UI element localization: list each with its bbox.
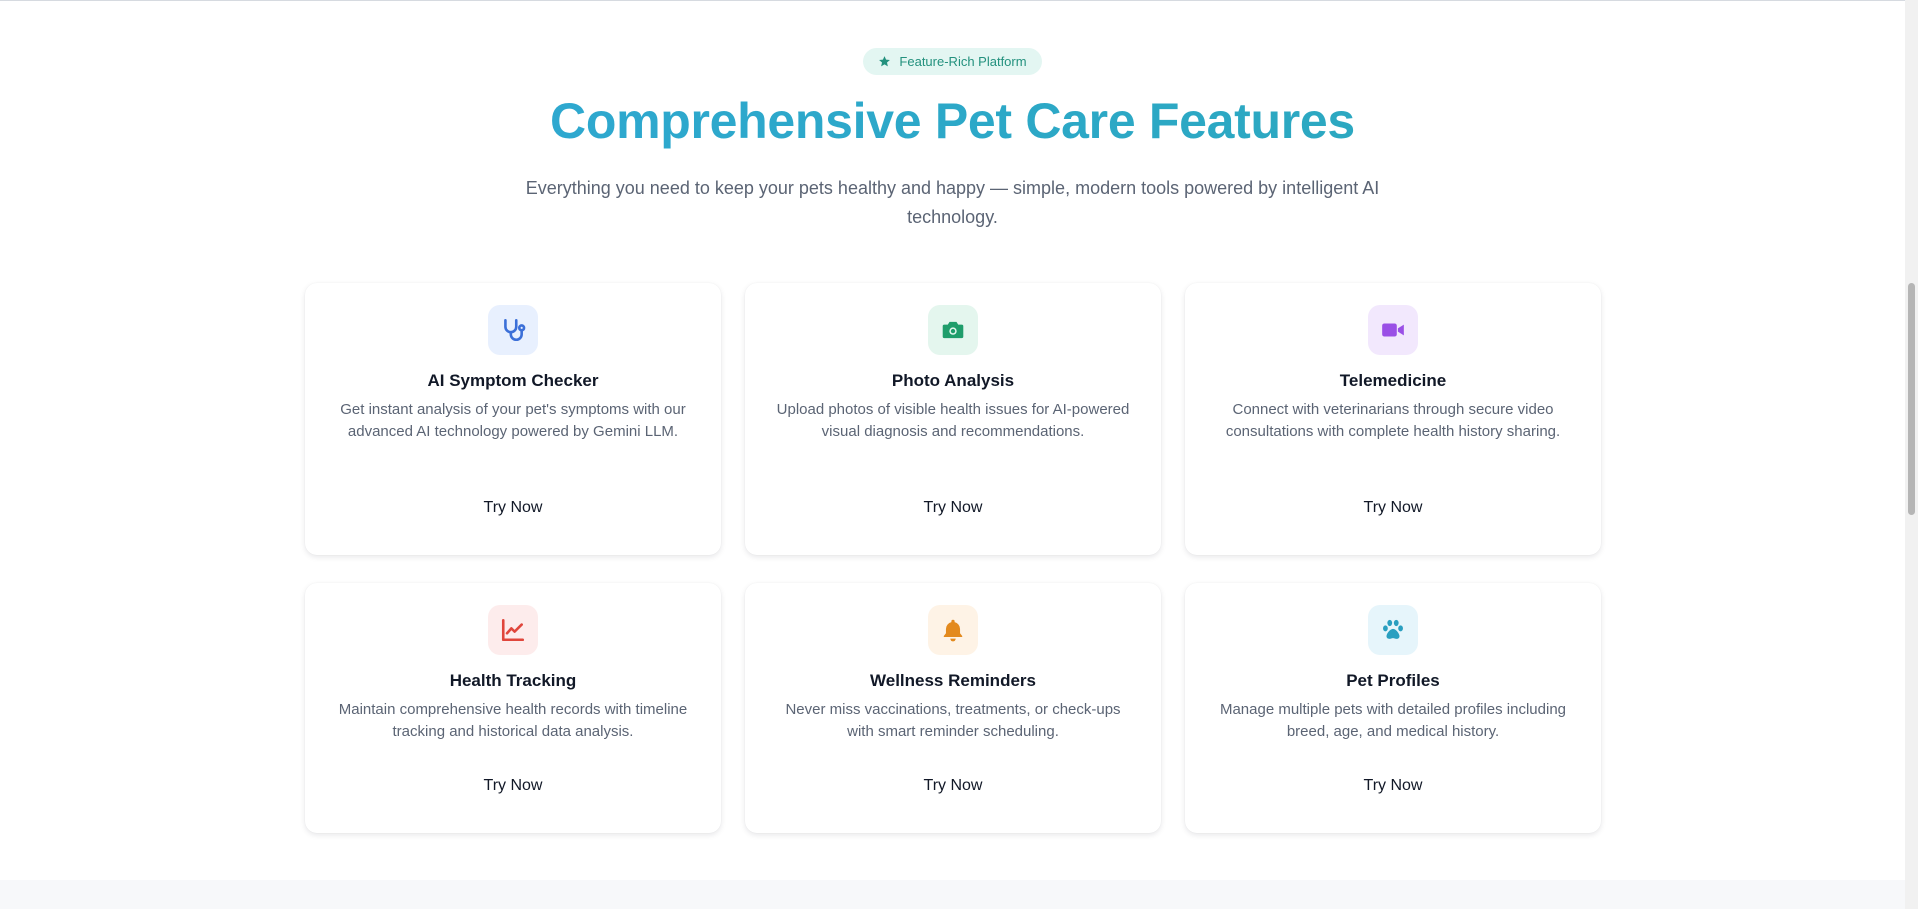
feature-description: Connect with veterinarians through secur… <box>1225 401 1561 440</box>
feature-badge: Feature-Rich Platform <box>863 48 1042 75</box>
feature-icon-badge <box>928 605 978 655</box>
feature-title: AI Symptom Checker <box>427 371 599 390</box>
page-scrollbar[interactable] <box>1905 0 1918 909</box>
feature-icon-badge <box>928 305 978 355</box>
try-now-button[interactable]: Try Now <box>463 494 563 522</box>
line-chart-icon <box>501 618 525 642</box>
feature-badge-label: Feature-Rich Platform <box>899 54 1027 69</box>
bell-icon <box>943 619 963 642</box>
section-title: Comprehensive Pet Care Features <box>0 88 1905 154</box>
features-section: Feature-Rich Platform Comprehensive Pet … <box>0 0 1905 880</box>
feature-card-telemedicine: Telemedicine Connect with veterinarians … <box>1185 283 1601 555</box>
paw-icon <box>1383 619 1403 639</box>
star-icon <box>879 56 891 67</box>
stethoscope-icon <box>504 318 526 341</box>
scrollbar-thumb[interactable] <box>1908 283 1915 515</box>
feature-description: Never miss vaccinations, treatments, or … <box>785 701 1121 740</box>
features-grid: AI Symptom Checker Get instant analysis … <box>305 283 1602 833</box>
feature-icon-badge <box>1368 605 1418 655</box>
try-now-button[interactable]: Try Now <box>903 772 1003 800</box>
feature-description: Get instant analysis of your pet's sympt… <box>340 401 686 440</box>
video-camera-icon <box>1382 323 1404 337</box>
feature-title: Wellness Reminders <box>870 671 1036 690</box>
feature-card-health-tracking: Health Tracking Maintain comprehensive h… <box>305 583 721 833</box>
feature-description: Manage multiple pets with detailed profi… <box>1219 701 1567 740</box>
feature-title: Telemedicine <box>1339 371 1447 390</box>
try-now-button[interactable]: Try Now <box>1343 772 1443 800</box>
feature-description: Upload photos of visible health issues f… <box>776 401 1130 440</box>
page: Feature-Rich Platform Comprehensive Pet … <box>0 0 1918 909</box>
section-subtitle: Everything you need to keep your pets he… <box>525 178 1380 227</box>
feature-title: Pet Profiles <box>1346 671 1440 690</box>
camera-icon <box>942 321 964 339</box>
feature-card-photo-analysis: Photo Analysis Upload photos of visible … <box>745 283 1161 555</box>
try-now-button[interactable]: Try Now <box>903 494 1003 522</box>
feature-card-wellness-reminders: Wellness Reminders Never miss vaccinatio… <box>745 583 1161 833</box>
feature-icon-badge <box>1368 305 1418 355</box>
feature-title: Photo Analysis <box>891 371 1015 390</box>
feature-description: Maintain comprehensive health records wi… <box>338 701 688 740</box>
try-now-button[interactable]: Try Now <box>463 772 563 800</box>
feature-card-pet-profiles: Pet Profiles Manage multiple pets with d… <box>1185 583 1601 833</box>
next-section-strip <box>0 880 1905 909</box>
feature-icon-badge <box>488 305 538 355</box>
feature-card-ai-symptom-checker: AI Symptom Checker Get instant analysis … <box>305 283 721 555</box>
feature-icon-badge <box>488 605 538 655</box>
try-now-button[interactable]: Try Now <box>1343 494 1443 522</box>
feature-title: Health Tracking <box>449 671 577 690</box>
